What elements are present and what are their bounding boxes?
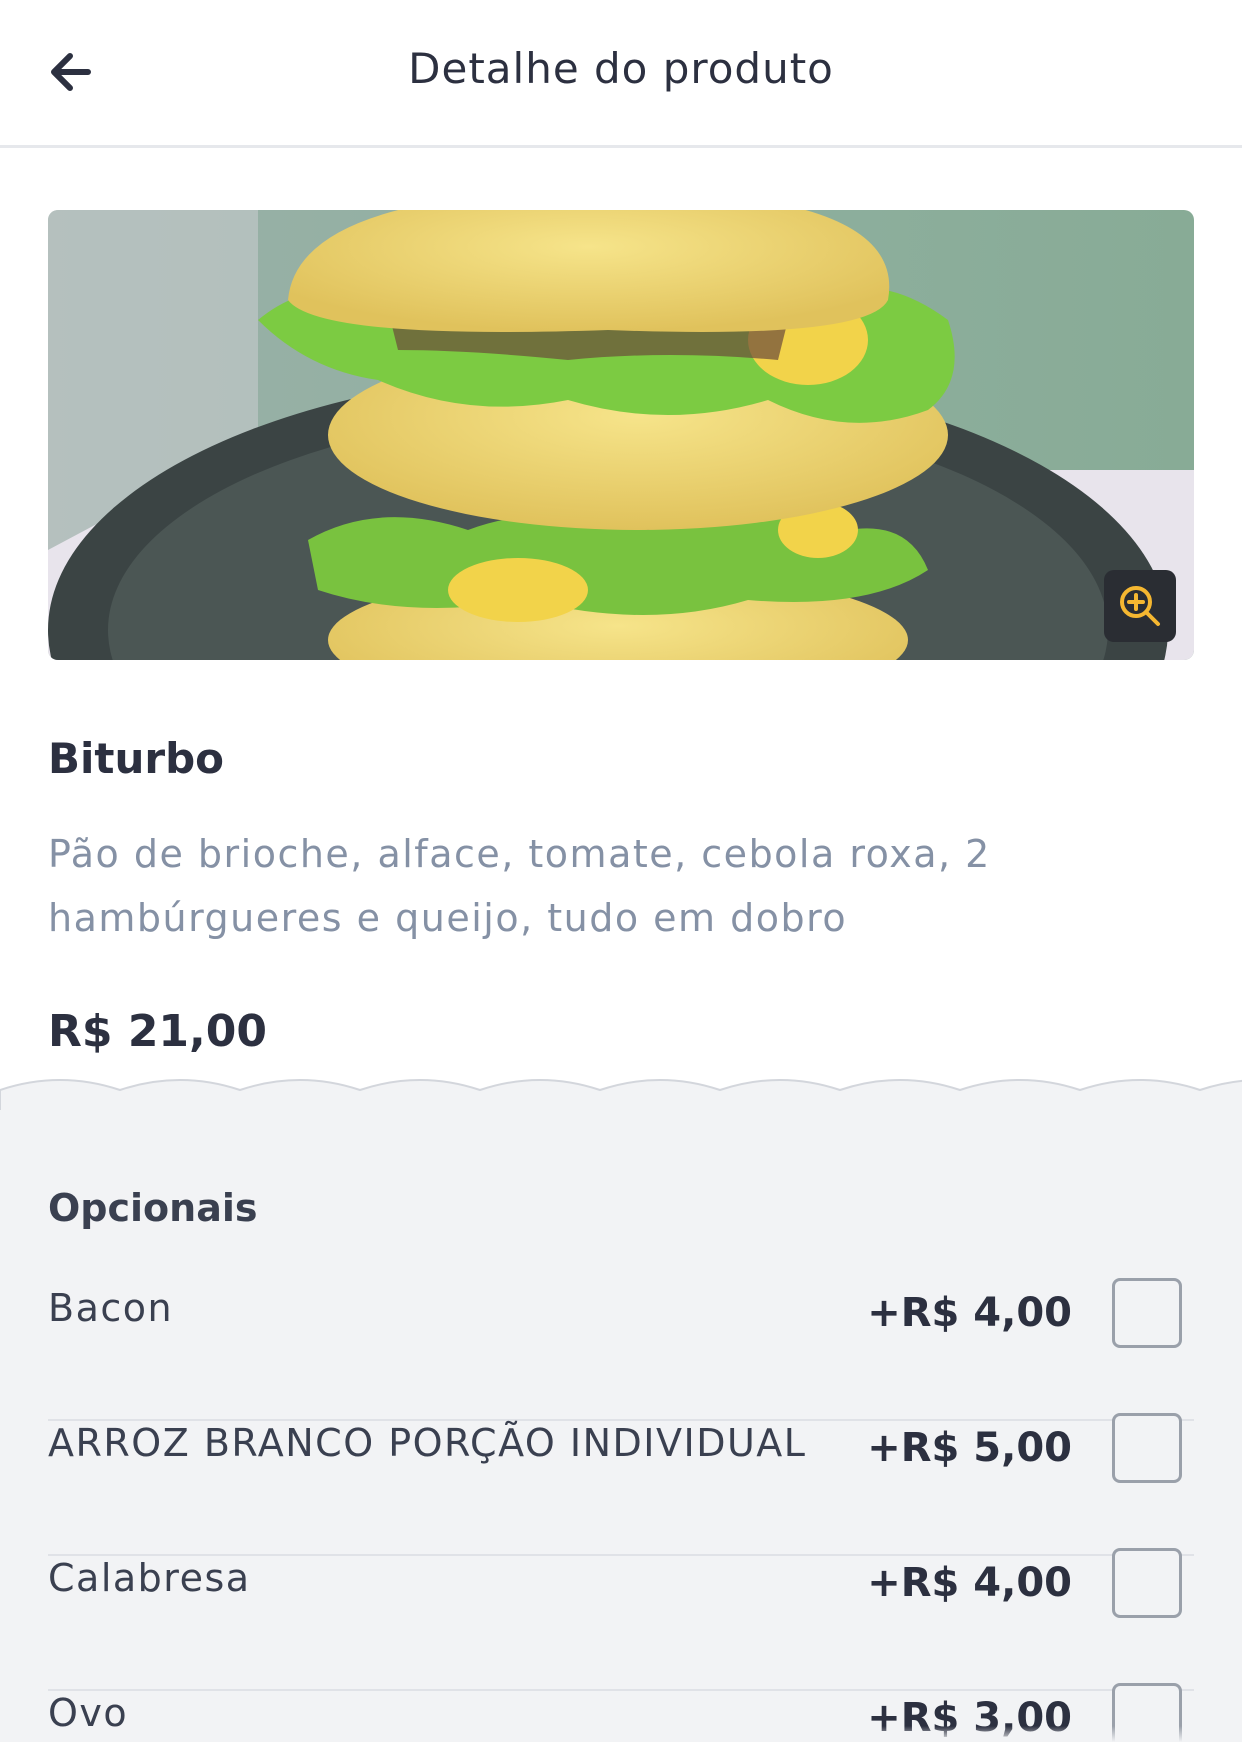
product-price: R$ 21,00 [48,1006,267,1057]
option-price: +R$ 4,00 [867,1560,1072,1606]
product-description: Pão de brioche, alface, tomate, cebola r… [48,832,991,940]
options-title: Opcionais [48,1186,258,1230]
options-section: Opcionais Bacon +R$ 4,00 ARROZ BRANCO PO… [0,1110,1242,1742]
option-name: ARROZ BRANCO PORÇÃO INDIVIDUAL [48,1421,807,1465]
app-header: Detalhe do produto [0,0,1242,148]
option-row[interactable]: ARROZ BRANCO PORÇÃO INDIVIDUAL +R$ 5,00 [48,1413,1194,1556]
option-price: +R$ 5,00 [867,1425,1072,1471]
option-price: +R$ 4,00 [867,1290,1072,1336]
option-checkbox[interactable] [1112,1278,1182,1348]
option-name: Calabresa [48,1556,251,1600]
product-image[interactable] [48,210,1194,660]
option-checkbox[interactable] [1112,1413,1182,1483]
zoom-in-icon [1120,586,1160,626]
page-title: Detalhe do produto [408,44,834,93]
option-name: Bacon [48,1286,174,1330]
zoom-button[interactable] [1104,570,1176,642]
option-row[interactable]: Bacon +R$ 4,00 [48,1278,1194,1421]
product-name: Biturbo [48,734,225,783]
option-row[interactable]: Calabresa +R$ 4,00 [48,1548,1194,1691]
scroll-fade [0,1726,1242,1742]
burger-photo [48,210,1194,660]
option-checkbox[interactable] [1112,1548,1182,1618]
